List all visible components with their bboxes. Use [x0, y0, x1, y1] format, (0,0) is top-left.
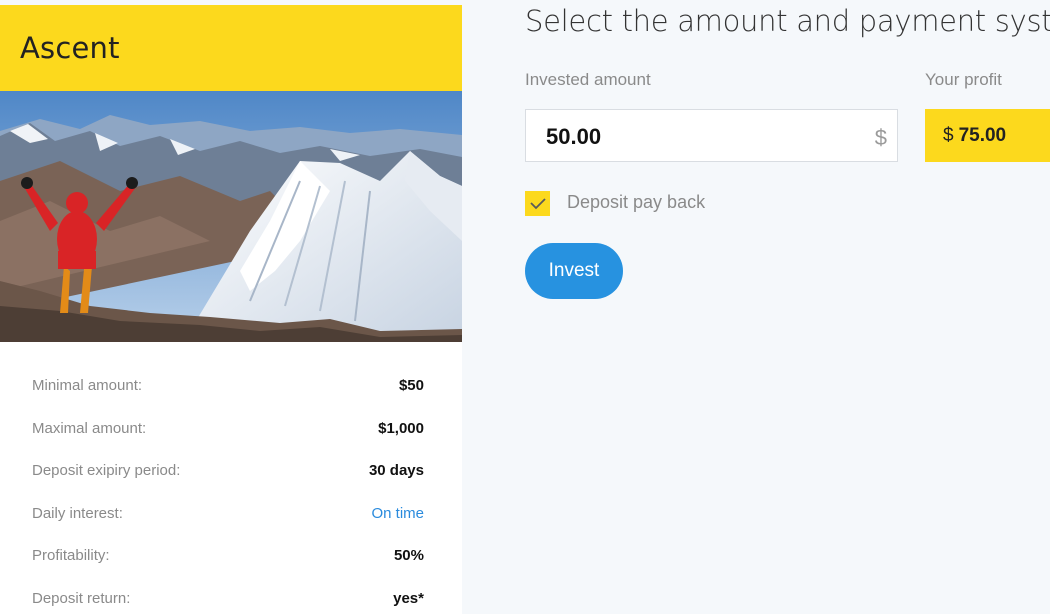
- invested-amount-label: Invested amount: [525, 70, 651, 89]
- detail-label: Minimal amount:: [32, 377, 143, 394]
- detail-row-expiry-period: Deposit exipiry period: 30 days: [0, 450, 462, 493]
- detail-label: Deposit exipiry period:: [32, 462, 181, 480]
- plan-image: [0, 91, 462, 342]
- detail-label: Maximal amount:: [32, 419, 147, 437]
- deposit-payback-label[interactable]: Deposit pay back: [567, 192, 705, 213]
- detail-value: 30 days: [368, 462, 424, 480]
- profit-display: $ 75.00: [925, 109, 1050, 162]
- form-title: Select the amount and payment system: [525, 4, 1050, 38]
- plan-title: Ascent: [20, 31, 120, 65]
- deposit-payback-checkbox[interactable]: [525, 191, 550, 216]
- profit-currency: $: [943, 124, 954, 146]
- dollar-icon: $: [874, 125, 887, 150]
- detail-row-profitability: Profitability: 50%: [0, 535, 462, 578]
- invest-button[interactable]: Invest: [525, 243, 623, 299]
- detail-row-maximal-amount: Maximal amount: $1,000: [0, 408, 462, 451]
- check-icon: [530, 198, 546, 210]
- detail-value: $50: [398, 377, 424, 394]
- detail-row-deposit-return: Deposit return: yes*: [0, 578, 462, 614]
- detail-value: 50%: [393, 547, 424, 565]
- detail-value: $1,000: [378, 419, 424, 437]
- detail-value: yes*: [393, 589, 424, 607]
- your-profit-label: Your profit: [925, 70, 1002, 89]
- invested-amount-input[interactable]: [546, 124, 846, 150]
- detail-row-minimal-amount: Minimal amount: $50: [0, 365, 462, 408]
- detail-value: On time: [371, 504, 424, 522]
- invested-amount-field[interactable]: $: [525, 109, 898, 162]
- detail-row-daily-interest: Daily interest: On time: [0, 493, 462, 536]
- plan-card: Ascent Minimal amount: $50 Maximal amoun…: [0, 5, 462, 614]
- plan-details: Minimal amount: $50 Maximal amount: $1,0…: [0, 342, 462, 614]
- detail-label: Profitability:: [32, 547, 110, 565]
- detail-label: Deposit return:: [32, 589, 131, 607]
- plan-header: Ascent: [0, 5, 462, 91]
- profit-value: 75.00: [958, 124, 1007, 146]
- detail-label: Daily interest:: [32, 504, 123, 522]
